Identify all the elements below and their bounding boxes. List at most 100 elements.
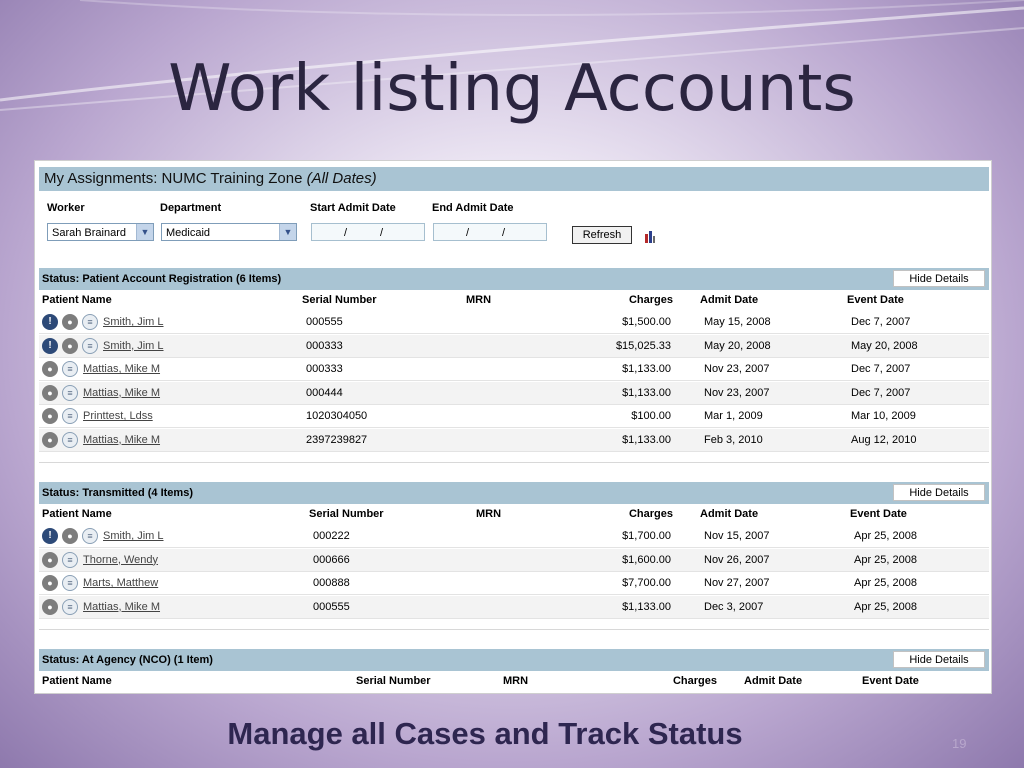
hide-details-button[interactable]: Hide Details <box>893 484 985 501</box>
event-date-cell: Mar 10, 2009 <box>851 410 916 422</box>
date-separator: / <box>344 227 348 239</box>
exclamation-icon[interactable]: ! <box>42 314 58 330</box>
person-icon[interactable]: ● <box>62 314 78 330</box>
column-header-event: Event Date <box>862 675 919 687</box>
note-icon[interactable]: ≡ <box>82 528 98 544</box>
work-listing-panel: My Assignments: NUMC Training Zone (All … <box>34 160 992 694</box>
table-row[interactable]: ! ● ≡ Smith, Jim L 000555 $1,500.00 May 15, 20… <box>39 311 989 334</box>
start-admit-date-input[interactable]: / / <box>311 223 425 241</box>
column-header-charges: Charges <box>628 294 673 306</box>
column-header-patient: Patient Name <box>42 675 112 687</box>
column-header-admit: Admit Date <box>700 294 759 306</box>
column-header-charges: Charges <box>628 508 673 520</box>
patient-name-link[interactable]: Smith, Jim L <box>103 316 164 328</box>
person-icon[interactable]: ● <box>42 384 58 401</box>
exclamation-icon[interactable]: ! <box>42 337 58 354</box>
worker-select[interactable]: Sarah Brainard ▼ <box>47 223 154 241</box>
admit-date-cell: May 15, 2008 <box>704 316 771 328</box>
note-icon[interactable]: ≡ <box>62 361 78 377</box>
table-row[interactable]: ● ≡ Mattias, Mike M 2397239827 $1,133.00 Feb … <box>39 428 989 452</box>
note-icon[interactable]: ≡ <box>82 337 98 354</box>
note-icon[interactable]: ≡ <box>62 575 78 591</box>
charges-cell: $1,133.00 <box>622 433 671 446</box>
person-icon[interactable]: ● <box>42 408 58 424</box>
person-icon[interactable]: ● <box>62 337 78 354</box>
person-icon[interactable]: ● <box>62 528 78 544</box>
note-icon[interactable]: ≡ <box>62 408 78 424</box>
serial-number-cell: 2397239827 <box>306 433 368 446</box>
serial-number-cell: 1020304050 <box>306 410 368 422</box>
person-icon[interactable]: ● <box>42 575 58 591</box>
charges-cell: $1,500.00 <box>622 316 671 328</box>
note-icon[interactable]: ≡ <box>82 314 98 330</box>
patient-name-link[interactable]: Printtest, Ldss <box>83 410 153 422</box>
note-icon[interactable]: ≡ <box>62 384 78 401</box>
section-divider <box>39 629 989 630</box>
chevron-down-icon[interactable]: ▼ <box>136 224 153 240</box>
admit-date-cell: Nov 23, 2007 <box>704 363 770 375</box>
column-header-admit: Admit Date <box>700 508 759 520</box>
department-select[interactable]: Medicaid ▼ <box>161 223 297 241</box>
filter-bar: Worker Department Start Admit Date End A… <box>47 201 667 251</box>
chevron-down-icon[interactable]: ▼ <box>279 224 296 240</box>
table-row[interactable]: ● ≡ Thorne, Wendy 000666 $1,600.00 Nov 26, 20… <box>39 548 989 572</box>
status-title: Status: Patient Account Registration (6 … <box>42 273 282 285</box>
charges-cell: $1,700.00 <box>622 530 671 542</box>
column-header-event: Event Date <box>847 294 904 306</box>
patient-name-link[interactable]: Mattias, Mike M <box>83 387 160 399</box>
patient-name-link[interactable]: Smith, Jim L <box>103 530 164 542</box>
charges-cell: $1,133.00 <box>622 386 671 399</box>
end-admit-date-input[interactable]: / / <box>433 223 547 241</box>
table-row[interactable]: ● ≡ Mattias, Mike M 000555 $1,133.00 Dec 3, 2… <box>39 595 989 619</box>
table-row[interactable]: ● ≡ Mattias, Mike M 000444 $1,133.00 Nov 23, … <box>39 381 989 405</box>
patient-name-link[interactable]: Mattias, Mike M <box>83 434 160 446</box>
person-icon[interactable]: ● <box>42 431 58 448</box>
event-date-cell: May 20, 2008 <box>851 339 918 352</box>
patient-name-link[interactable]: Marts, Matthew <box>83 577 158 589</box>
refresh-button[interactable]: Refresh <box>572 226 632 244</box>
charges-cell: $7,700.00 <box>622 577 671 589</box>
assignments-date-scope: (All Dates) <box>306 170 377 187</box>
event-date-cell: Apr 25, 2008 <box>854 530 917 542</box>
charges-cell: $1,133.00 <box>622 363 671 375</box>
note-icon[interactable]: ≡ <box>62 431 78 448</box>
table-row[interactable]: ! ● ≡ Smith, Jim L 000222 $1,700.00 Nov 15, 20… <box>39 525 989 548</box>
person-icon[interactable]: ● <box>42 551 58 568</box>
worker-select-value: Sarah Brainard <box>52 227 126 239</box>
column-header-event: Event Date <box>850 508 907 520</box>
section-divider <box>39 462 989 463</box>
table-row[interactable]: ● ≡ Printtest, Ldss 1020304050 $100.00 Mar 1,… <box>39 405 989 428</box>
serial-number-cell: 000333 <box>306 363 343 375</box>
column-header-mrn: MRN <box>466 294 492 306</box>
exclamation-icon[interactable]: ! <box>42 528 58 544</box>
patient-name-link[interactable]: Mattias, Mike M <box>83 363 160 375</box>
charges-cell: $1,133.00 <box>622 600 671 613</box>
serial-number-cell: 000333 <box>306 339 343 352</box>
serial-number-cell: 000555 <box>313 600 350 613</box>
admit-date-cell: Nov 23, 2007 <box>704 386 770 399</box>
bar-chart-icon[interactable] <box>645 231 655 243</box>
person-icon[interactable]: ● <box>42 598 58 615</box>
patient-name-link[interactable]: Smith, Jim L <box>103 340 164 352</box>
serial-number-cell: 000444 <box>306 386 343 399</box>
department-label: Department <box>160 202 222 214</box>
table-row[interactable]: ● ≡ Marts, Matthew 000888 $7,700.00 Nov 27, 2… <box>39 572 989 595</box>
hide-details-button[interactable]: Hide Details <box>893 270 985 287</box>
table-row[interactable]: ! ● ≡ Smith, Jim L 000333 $15,025.33 May 20, 2… <box>39 334 989 358</box>
admit-date-cell: Feb 3, 2010 <box>704 433 763 446</box>
admit-date-cell: May 20, 2008 <box>704 339 771 352</box>
table-row[interactable]: ● ≡ Mattias, Mike M 000333 $1,133.00 Nov 23, … <box>39 358 989 381</box>
charges-cell: $100.00 <box>631 410 671 422</box>
patient-name-link[interactable]: Thorne, Wendy <box>83 554 158 566</box>
assignments-header: My Assignments: NUMC Training Zone (All … <box>39 167 989 191</box>
person-icon[interactable]: ● <box>42 361 58 377</box>
hide-details-button[interactable]: Hide Details <box>893 651 985 668</box>
note-icon[interactable]: ≡ <box>62 551 78 568</box>
event-date-cell: Dec 7, 2007 <box>851 386 911 399</box>
patient-name-link[interactable]: Mattias, Mike M <box>83 601 160 613</box>
note-icon[interactable]: ≡ <box>62 598 78 615</box>
column-header-serial: Serial Number <box>356 675 431 687</box>
status-bar: Status: Patient Account Registration (6 … <box>39 268 989 290</box>
column-header-admit: Admit Date <box>744 675 803 687</box>
department-select-value: Medicaid <box>166 227 211 239</box>
